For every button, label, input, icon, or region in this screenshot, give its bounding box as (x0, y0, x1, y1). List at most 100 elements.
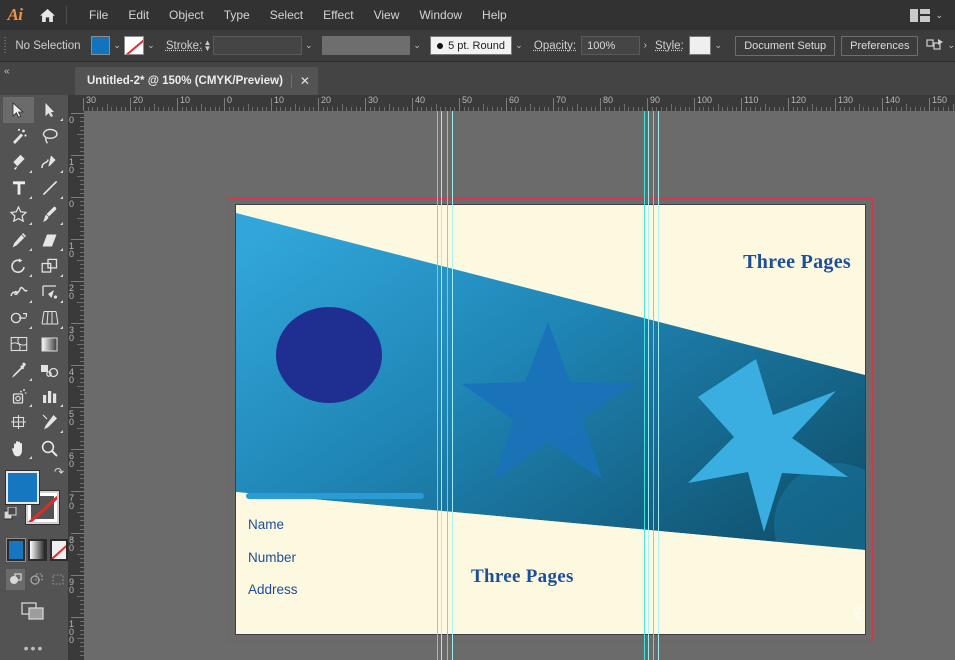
style-chevron-down-icon[interactable]: ⌄ (711, 36, 725, 56)
canvas-area[interactable]: Three Pages Three Pages Name Number Addr… (84, 111, 955, 660)
guide-line[interactable] (452, 111, 453, 660)
free-transform-tool[interactable] (34, 279, 65, 305)
magic-wand-tool[interactable] (3, 123, 34, 149)
menu-view[interactable]: View (364, 4, 410, 26)
menu-effect[interactable]: Effect (313, 4, 363, 26)
scale-tool[interactable] (34, 253, 65, 279)
fill-color-indicator[interactable] (6, 471, 39, 504)
curvature-tool[interactable] (34, 149, 65, 175)
menu-file[interactable]: File (79, 4, 118, 26)
ruler-tick (71, 491, 84, 492)
shape-tool[interactable] (3, 201, 34, 227)
pen-tool[interactable] (3, 149, 34, 175)
more-tools-button[interactable]: ••• (0, 640, 68, 656)
control-bar-grip[interactable] (0, 30, 9, 62)
menu-window[interactable]: Window (409, 4, 472, 26)
selection-tool[interactable] (3, 97, 34, 123)
ruler-tick (224, 98, 225, 111)
guide-line[interactable] (644, 111, 645, 660)
home-icon[interactable] (30, 0, 64, 30)
blend-tool[interactable] (34, 357, 65, 383)
guide-line[interactable] (658, 111, 659, 660)
perspective-grid-tool[interactable] (34, 305, 65, 331)
tool-flyout-indicator (29, 170, 32, 173)
draw-normal-mode-button[interactable] (6, 569, 25, 590)
artboard-tool[interactable] (3, 409, 34, 435)
slice-tool[interactable] (34, 409, 65, 435)
menu-help[interactable]: Help (472, 4, 517, 26)
shape-builder-tool[interactable] (3, 305, 34, 331)
menu-divider (66, 6, 67, 24)
zoom-tool[interactable] (34, 435, 65, 461)
type-tool[interactable] (3, 175, 34, 201)
workspace-switcher[interactable]: ⌄ (904, 0, 949, 30)
lasso-tool[interactable] (34, 123, 65, 149)
close-icon[interactable]: ✕ (300, 75, 310, 87)
column-graph-tool[interactable] (34, 383, 65, 409)
stroke-weight-field[interactable] (213, 36, 302, 55)
draw-inside-mode-button[interactable] (49, 569, 68, 590)
menu-type[interactable]: Type (214, 4, 260, 26)
mesh-tool[interactable] (3, 331, 34, 357)
stroke-profile-field[interactable] (322, 36, 410, 55)
line-segment-tool[interactable] (34, 175, 65, 201)
guide-line[interactable] (441, 111, 442, 660)
collapse-panel-icon[interactable]: « (4, 66, 9, 77)
rotate-tool[interactable] (3, 253, 34, 279)
guide-line[interactable] (653, 111, 654, 660)
document-setup-button[interactable]: Document Setup (735, 36, 835, 56)
gradient-mode-button[interactable] (28, 539, 46, 561)
stroke-color-swatch[interactable] (124, 36, 144, 55)
guide-line[interactable] (447, 111, 448, 660)
brush-definition-field[interactable]: 5 pt. Round (430, 36, 512, 55)
fill-chevron-down-icon[interactable]: ⌄ (110, 36, 124, 56)
ruler-label: 20 (321, 95, 331, 105)
color-mode-button[interactable] (7, 539, 25, 561)
tool-flyout-indicator (29, 274, 32, 277)
guide-line[interactable] (437, 111, 438, 660)
ruler-tick (71, 197, 84, 198)
graphic-style-swatch[interactable] (689, 36, 711, 55)
ruler-tick (506, 98, 507, 111)
ruler-tick (77, 386, 84, 387)
direct-selection-tool[interactable] (34, 97, 65, 123)
watermark-text: ZHI (854, 606, 862, 621)
tool-flyout-indicator (60, 274, 63, 277)
menu-select[interactable]: Select (260, 4, 313, 26)
fill-color-swatch[interactable] (91, 36, 111, 55)
style-label[interactable]: Style: (655, 40, 684, 52)
gradient-tool[interactable] (34, 331, 65, 357)
opacity-flyout-icon[interactable]: › (640, 40, 651, 51)
draw-behind-mode-button[interactable] (27, 569, 46, 590)
stroke-label[interactable]: Stroke: (166, 40, 202, 52)
menu-edit[interactable]: Edit (118, 4, 159, 26)
brush-chevron-down-icon[interactable]: ⌄ (512, 36, 526, 56)
eyedropper-tool[interactable] (3, 357, 34, 383)
opacity-field[interactable]: 100% (581, 36, 640, 55)
align-to-artboard-icon[interactable] (926, 38, 944, 53)
stroke-weight-stepper[interactable]: ▲▼ (202, 36, 212, 56)
change-screen-mode-button[interactable] (0, 602, 68, 620)
menu-object[interactable]: Object (159, 4, 214, 26)
hand-tool[interactable] (3, 435, 34, 461)
align-chevron-down-icon[interactable]: ⌄ (947, 41, 955, 50)
vertical-ruler[interactable]: 01 001 02 03 04 05 06 07 08 09 01 0 0 (68, 111, 84, 660)
paintbrush-tool[interactable] (34, 201, 65, 227)
app-logo-icon: Ai (0, 0, 30, 30)
width-tool[interactable] (3, 279, 34, 305)
default-fill-stroke-icon[interactable] (4, 507, 18, 526)
stroke-chevron-down-icon[interactable]: ⌄ (144, 36, 158, 56)
guide-line[interactable] (648, 111, 649, 660)
none-mode-button[interactable] (50, 539, 68, 561)
artboard[interactable]: Three Pages Three Pages Name Number Addr… (236, 205, 865, 634)
horizontal-ruler[interactable]: 3020100102030405060708090100110120130140… (68, 95, 955, 111)
opacity-label[interactable]: Opacity: (534, 40, 576, 52)
stroke-weight-chevron-down-icon[interactable]: ⌄ (302, 36, 316, 56)
ruler-label: 8 0 (69, 536, 78, 552)
document-tab[interactable]: Untitled-2* @ 150% (CMYK/Preview) ✕ (75, 67, 318, 95)
symbol-sprayer-tool[interactable] (3, 383, 34, 409)
preferences-button[interactable]: Preferences (841, 36, 918, 56)
swap-fill-stroke-icon[interactable]: ↷ (54, 465, 64, 479)
pencil-tool[interactable] (3, 227, 34, 253)
eraser-tool[interactable] (34, 227, 65, 253)
